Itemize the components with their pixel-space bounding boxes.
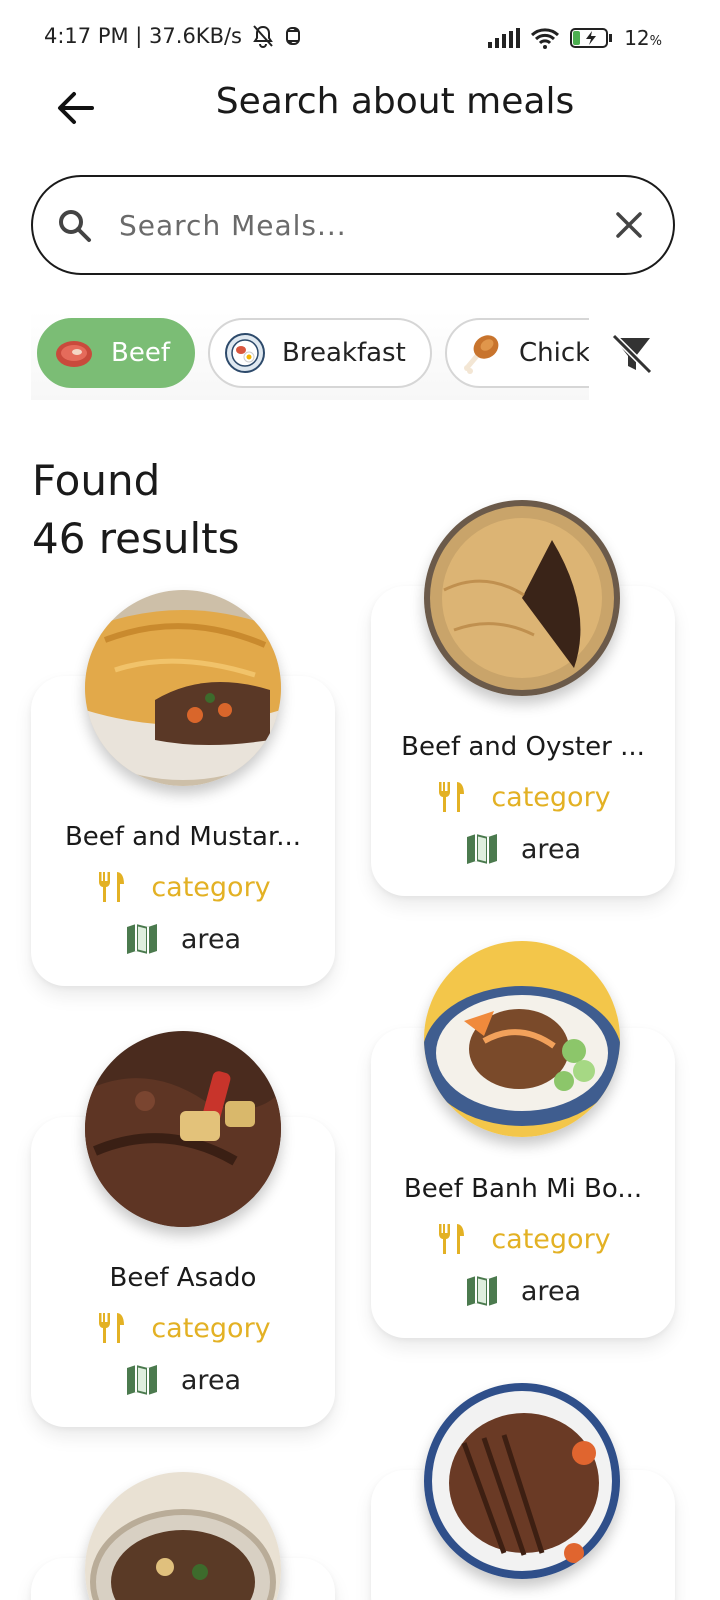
category-label: category xyxy=(491,1223,611,1255)
chip-beef[interactable]: Beef xyxy=(37,318,195,388)
meal-category: category xyxy=(31,870,335,904)
category-label: category xyxy=(151,1312,271,1344)
category-label: category xyxy=(491,781,611,813)
page-title: Search about meals xyxy=(215,81,575,122)
meal-image xyxy=(424,941,620,1137)
search-icon xyxy=(59,210,91,242)
map-icon xyxy=(466,1276,497,1306)
breakfast-plate-icon xyxy=(225,333,265,373)
results-count: Found 46 results xyxy=(32,452,240,568)
signal-icon xyxy=(488,28,521,48)
filter-off-icon[interactable] xyxy=(608,330,656,378)
meal-area: area xyxy=(371,1274,675,1308)
meal-photo xyxy=(85,1472,281,1600)
notifications-off-icon xyxy=(253,25,273,48)
sync-icon xyxy=(286,27,300,45)
chicken-leg-icon xyxy=(464,335,499,374)
wifi-icon xyxy=(531,28,560,49)
category-label: category xyxy=(151,871,271,903)
search-input[interactable] xyxy=(119,205,589,245)
meal-title: Beef Asado xyxy=(109,1263,257,1293)
meal-photo xyxy=(424,500,620,696)
meal-image xyxy=(424,1383,620,1579)
meal-image xyxy=(85,1472,281,1600)
app-header: Search about meals xyxy=(0,80,720,170)
category-chips[interactable]: Beef Breakfast Chick xyxy=(31,310,589,400)
meal-photo xyxy=(85,590,281,786)
steak-icon xyxy=(56,341,92,367)
meal-image xyxy=(424,500,620,696)
chip-label: Chick xyxy=(519,338,589,368)
meal-photo xyxy=(424,1383,620,1579)
meal-title: Beef and Mustar... xyxy=(64,822,302,852)
meal-image xyxy=(85,1031,281,1227)
meal-photo xyxy=(424,941,620,1137)
chip-label: Breakfast xyxy=(282,338,406,368)
area-label: area xyxy=(180,923,242,955)
meal-title: Beef Banh Mi Bo... xyxy=(403,1174,643,1204)
battery-percent: 12% xyxy=(624,26,662,50)
meal-category: category xyxy=(31,1311,335,1345)
meal-category: category xyxy=(371,780,675,814)
status-time-speed: 4:17 PM | 37.6KB/s xyxy=(44,24,242,48)
meal-title: Beef and Oyster ... xyxy=(401,732,645,762)
chip-breakfast[interactable]: Breakfast xyxy=(208,318,432,388)
fork-knife-icon xyxy=(439,782,465,812)
status-left: 4:17 PM | 37.6KB/s xyxy=(44,24,302,48)
results-count-label: 46 results xyxy=(32,514,240,563)
meal-area: area xyxy=(31,922,335,956)
map-icon xyxy=(126,1365,157,1395)
meal-category: category xyxy=(371,1222,675,1256)
area-label: area xyxy=(520,833,582,865)
meal-area: area xyxy=(31,1363,335,1397)
area-label: area xyxy=(520,1275,582,1307)
battery-charging-icon xyxy=(570,28,613,48)
close-icon[interactable] xyxy=(613,209,645,241)
area-label: area xyxy=(180,1364,242,1396)
fork-knife-icon xyxy=(99,1313,125,1343)
found-label: Found xyxy=(32,456,161,505)
meal-image xyxy=(85,590,281,786)
battery-value: 12 xyxy=(624,26,650,50)
chip-label: Beef xyxy=(111,338,170,368)
map-icon xyxy=(126,924,157,954)
search-bar[interactable] xyxy=(31,175,675,275)
map-icon xyxy=(466,834,497,864)
percent-sign: % xyxy=(649,34,662,49)
fork-knife-icon xyxy=(439,1224,465,1254)
meal-area: area xyxy=(371,832,675,866)
status-right: 12% xyxy=(488,26,662,50)
chip-chicken[interactable]: Chick xyxy=(445,318,589,388)
status-bar: 4:17 PM | 37.6KB/s 12% xyxy=(0,0,720,80)
meal-photo xyxy=(85,1031,281,1227)
fork-knife-icon xyxy=(99,872,125,902)
